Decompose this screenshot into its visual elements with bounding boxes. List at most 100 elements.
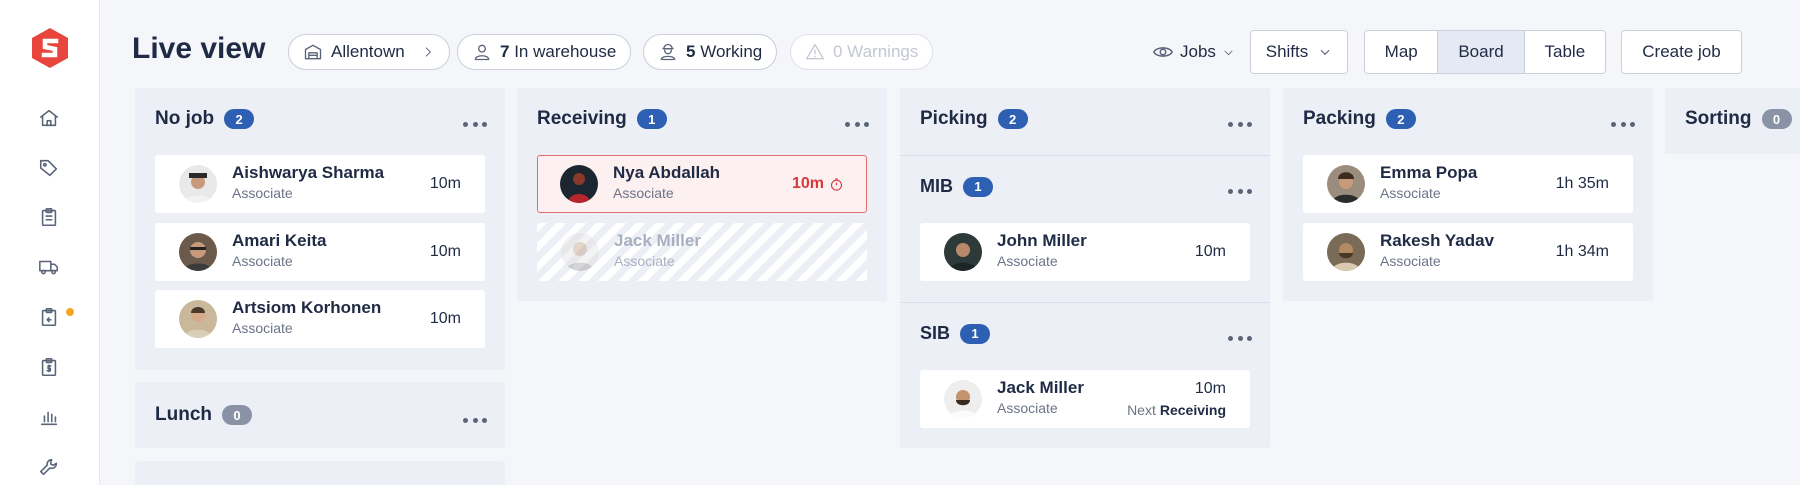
create-job-button[interactable]: Create job xyxy=(1621,30,1742,74)
worker-time: 10m xyxy=(1194,243,1226,260)
clipboard-return-icon[interactable] xyxy=(36,304,62,330)
avatar xyxy=(1327,165,1365,203)
worker-card[interactable]: Artsiom Korhonen Associate 10m xyxy=(155,290,485,348)
worker-card[interactable]: Rakesh Yadav Associate 1h 34m xyxy=(1303,223,1633,281)
worker-role: Associate xyxy=(232,253,293,269)
app-logo-icon[interactable] xyxy=(28,26,72,70)
location-label: Allentown xyxy=(331,42,405,61)
column-picking: Picking 2 MIB 1 John Miller Associate 10… xyxy=(900,88,1270,448)
worker-card[interactable]: Aishwarya Sharma Associate 10m xyxy=(155,155,485,213)
view-board-button[interactable]: Board xyxy=(1438,31,1525,73)
avatar xyxy=(179,233,217,271)
worker-card[interactable]: Amari Keita Associate 10m xyxy=(155,223,485,281)
more-options-icon[interactable] xyxy=(463,416,487,424)
warnings-chip[interactable]: 0 Warnings xyxy=(790,34,934,70)
column-next xyxy=(135,461,505,485)
view-switcher: Map Board Table xyxy=(1364,30,1606,74)
divider xyxy=(900,155,1270,156)
column-count-badge: 0 xyxy=(1761,109,1792,129)
worker-role: Associate xyxy=(997,253,1058,269)
column-count-badge: 2 xyxy=(224,109,255,129)
chevron-down-icon xyxy=(1320,49,1330,56)
worker-name: Emma Popa xyxy=(1380,163,1478,182)
column-title: No job xyxy=(155,108,215,129)
warnings-label: 0 Warnings xyxy=(833,42,919,61)
timer-icon xyxy=(830,177,843,191)
in-warehouse-count: 7 xyxy=(500,42,510,61)
worker-name: Artsiom Korhonen xyxy=(232,298,382,317)
worker-name: John Miller xyxy=(997,231,1087,250)
more-options-icon[interactable] xyxy=(463,120,487,128)
column-title: Receiving xyxy=(537,108,627,129)
worker-card[interactable]: Jack Miller Associate 10m Next Receiving xyxy=(920,370,1250,428)
column-title: Sorting xyxy=(1685,108,1752,129)
worker-name: Amari Keita xyxy=(232,231,327,250)
column-title: Packing xyxy=(1303,108,1376,129)
working-chip[interactable]: 5 Working xyxy=(643,34,778,70)
worker-name: Nya Abdallah xyxy=(613,163,721,182)
worker-card-overdue[interactable]: Nya Abdallah Associate 10m xyxy=(537,155,867,213)
worker-card-incoming[interactable]: Jack Miller Associate xyxy=(537,223,867,281)
avatar xyxy=(179,165,217,203)
column-no-job: No job 2 Aishwarya Sharma Associate 10m … xyxy=(135,88,505,370)
worker-role: Associate xyxy=(1380,185,1441,201)
column-count-badge: 2 xyxy=(1385,109,1416,129)
truck-icon[interactable] xyxy=(36,254,62,280)
wrench-icon[interactable] xyxy=(36,454,62,480)
shifts-dropdown[interactable]: Shifts xyxy=(1250,30,1348,74)
avatar xyxy=(179,300,217,338)
avatar xyxy=(1327,233,1365,271)
in-warehouse-label: In warehouse xyxy=(514,42,617,61)
column-title: Lunch xyxy=(155,404,212,425)
home-icon[interactable] xyxy=(36,105,62,131)
worker-name: Aishwarya Sharma xyxy=(232,163,385,182)
clipboard-icon[interactable] xyxy=(36,204,62,230)
worker-time: 10m xyxy=(792,175,844,193)
more-options-icon[interactable] xyxy=(1611,120,1635,128)
location-chip[interactable]: Allentown xyxy=(288,34,450,70)
sidebar xyxy=(0,0,100,485)
tag-icon[interactable] xyxy=(36,155,62,181)
group-title: MIB xyxy=(920,176,953,196)
more-options-icon[interactable] xyxy=(1228,120,1252,128)
worker-role: Associate xyxy=(614,253,675,269)
worker-role: Associate xyxy=(232,320,293,336)
group-count-badge: 1 xyxy=(960,323,991,344)
chevron-right-icon xyxy=(425,47,431,57)
column-count-badge: 2 xyxy=(997,109,1028,129)
column-receiving: Receiving 1 Nya Abdallah Associate 10m J… xyxy=(517,88,887,301)
view-table-button[interactable]: Table xyxy=(1525,31,1605,73)
chevron-down-icon xyxy=(1224,50,1233,55)
worker-name: Rakesh Yadav xyxy=(1380,231,1495,250)
worker-time: 10m xyxy=(429,175,461,192)
worker-role: Associate xyxy=(997,400,1058,416)
in-warehouse-chip[interactable]: 7 In warehouse xyxy=(457,34,632,70)
column-count-badge: 1 xyxy=(636,109,667,129)
notification-dot xyxy=(66,308,74,316)
view-map-button[interactable]: Map xyxy=(1365,31,1439,73)
worker-name: Jack Miller xyxy=(614,231,701,250)
jobs-label: Jobs xyxy=(1180,42,1216,61)
more-options-icon[interactable] xyxy=(1228,334,1252,342)
eye-icon xyxy=(1153,47,1173,57)
more-options-icon[interactable] xyxy=(845,120,869,128)
clipboard-dollar-icon[interactable] xyxy=(36,354,62,380)
worker-card[interactable]: Emma Popa Associate 1h 35m xyxy=(1303,155,1633,213)
more-options-icon[interactable] xyxy=(1228,187,1252,195)
working-label: Working xyxy=(700,42,763,61)
worker-name: Jack Miller xyxy=(997,378,1084,397)
worker-time: 1h 34m xyxy=(1555,243,1609,260)
page-title: Live view xyxy=(132,32,266,65)
group-count-badge: 1 xyxy=(963,176,993,197)
worker-card[interactable]: John Miller Associate 10m xyxy=(920,223,1250,281)
working-count: 5 xyxy=(686,42,696,61)
avatar xyxy=(944,233,982,271)
worker-time: 10m xyxy=(1194,380,1226,397)
bar-chart-icon[interactable] xyxy=(36,404,62,430)
worker-role: Associate xyxy=(613,185,674,201)
jobs-dropdown[interactable]: Jobs xyxy=(1152,34,1235,70)
worker-role: Associate xyxy=(1380,253,1441,269)
header: Live view Allentown 7 In warehouse 5 Wor… xyxy=(100,0,1800,88)
avatar xyxy=(944,380,982,418)
column-sorting: Sorting 0 xyxy=(1665,88,1800,154)
